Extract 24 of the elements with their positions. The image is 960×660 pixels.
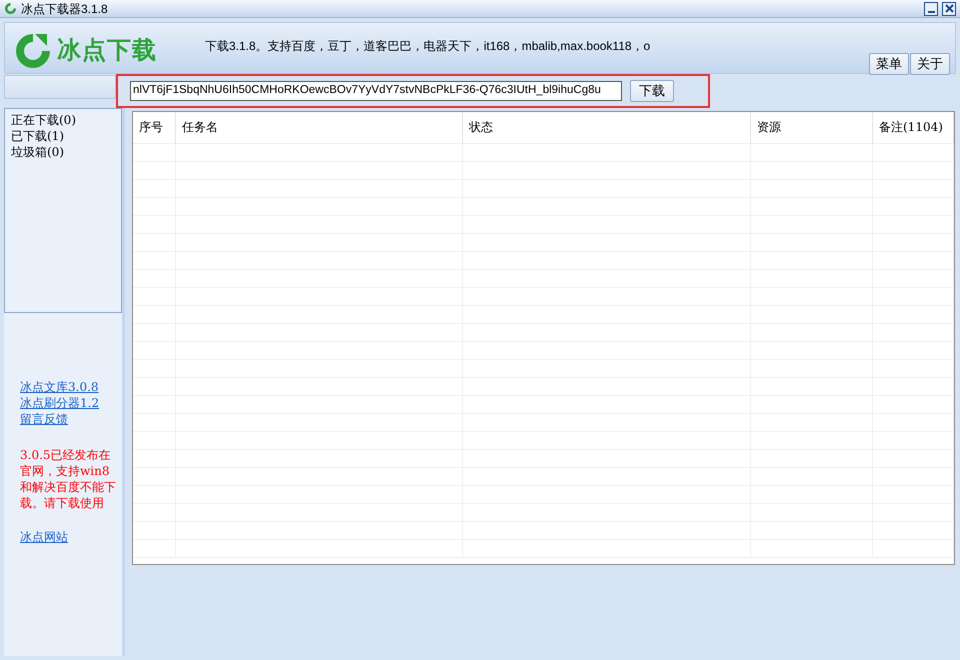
minimize-button[interactable] xyxy=(924,2,938,16)
download-button[interactable]: 下载 xyxy=(630,80,674,102)
column-header[interactable]: 任务名 xyxy=(176,112,463,144)
category-item[interactable]: 正在下载(0) xyxy=(11,112,115,128)
sidebar-link[interactable]: 冰点刷分器1.2 xyxy=(20,395,122,411)
sidebar-link[interactable]: 冰点文库3.0.8 xyxy=(20,379,122,395)
column-header[interactable]: 状态 xyxy=(463,112,751,144)
window-title: 冰点下载器3.1.8 xyxy=(21,0,108,18)
close-button[interactable] xyxy=(942,2,956,16)
url-field[interactable]: nlVT6jF1SbqNhU6Ih50CMHoRKOewcBOv7YyVdY7stvNBcPkLF36-Q76c3IUtH_bl9ihuCg8u xyxy=(130,81,622,101)
marquee-text: 下载3.1.8。支持百度，豆丁，道客巴巴，电器天下，it168，mbalib,max.book118，o xyxy=(205,38,650,55)
header-button[interactable]: 关于 xyxy=(910,53,950,75)
logo-text: 冰点下载 xyxy=(57,36,157,66)
category-item[interactable]: 已下载(1) xyxy=(11,128,115,144)
category-item[interactable]: 垃圾箱(0) xyxy=(11,144,115,160)
column-header[interactable]: 资源 xyxy=(751,112,873,144)
column-header[interactable]: 备注(1104) xyxy=(873,112,954,144)
app-icon xyxy=(4,2,17,15)
logo-icon xyxy=(13,31,53,71)
sidebar-link[interactable]: 留言反馈 xyxy=(20,411,122,427)
notice-text: 3.0.5已经发布在官网，支持win8和解决百度不能下载。请下载使用 xyxy=(20,447,117,511)
column-header[interactable]: 序号 xyxy=(133,112,176,144)
header-button[interactable]: 菜单 xyxy=(869,53,909,75)
site-link[interactable]: 冰点网站 xyxy=(20,529,122,545)
